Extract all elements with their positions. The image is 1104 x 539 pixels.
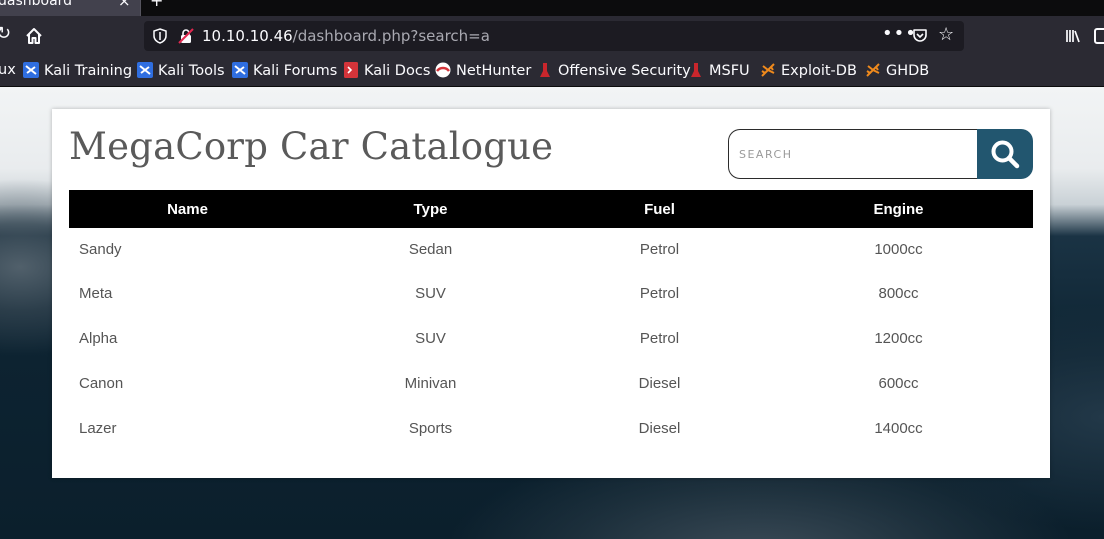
cell-engine: 1200cc bbox=[874, 330, 923, 347]
table-row: Alpha SUV Petrol 1200cc bbox=[69, 316, 1033, 361]
page-viewport: MegaCorp Car Catalogue Name Type Fuel En… bbox=[0, 87, 1104, 539]
cell-fuel: Petrol bbox=[639, 285, 680, 302]
column-header-name: Name bbox=[69, 190, 306, 228]
cell-engine: 1000cc bbox=[874, 241, 923, 258]
kali-icon bbox=[137, 62, 153, 78]
bookmark-label: Exploit-DB bbox=[781, 63, 857, 79]
bookmark-label: Offensive Security bbox=[558, 63, 691, 79]
tracking-shield-icon[interactable] bbox=[152, 28, 168, 44]
tab-dashboard[interactable]: dashboard × bbox=[0, 0, 141, 16]
cell-name: Canon bbox=[79, 375, 124, 392]
navigation-toolbar: ↻ 10.10.10.46/dashboard.php?search=a •••… bbox=[0, 16, 1104, 56]
bookmark-label: Kali Tools bbox=[158, 63, 225, 79]
catalogue-card: MegaCorp Car Catalogue Name Type Fuel En… bbox=[52, 109, 1050, 478]
bookmarks-toolbar: ux Kali Training Kali Tools Kali Forums … bbox=[0, 56, 1104, 87]
cell-engine: 600cc bbox=[878, 375, 919, 392]
reload-icon[interactable]: ↻ bbox=[0, 23, 11, 44]
bookmark-offensive-security[interactable]: Offensive Security bbox=[537, 62, 691, 79]
bookmark-kali-tools[interactable]: Kali Tools bbox=[137, 62, 225, 79]
home-icon[interactable] bbox=[24, 26, 44, 46]
table-header-row: Name Type Fuel Engine bbox=[69, 190, 1033, 228]
bookmark-item[interactable]: ux bbox=[0, 62, 16, 78]
cell-engine: 800cc bbox=[878, 285, 919, 302]
kali-docs-icon bbox=[344, 62, 358, 78]
url-bar[interactable]: 10.10.10.46/dashboard.php?search=a ••• ☆ bbox=[144, 21, 964, 51]
bookmark-label: Kali Training bbox=[44, 63, 133, 79]
cell-type: Sports bbox=[408, 420, 453, 437]
bookmark-label: MSFU bbox=[709, 63, 750, 79]
cell-name: Sandy bbox=[79, 241, 122, 258]
bookmark-label: Kali Forums bbox=[253, 63, 338, 79]
cell-name: Meta bbox=[79, 285, 113, 302]
cell-engine: 1400cc bbox=[874, 420, 923, 437]
search-icon bbox=[991, 140, 1020, 169]
tab-title: dashboard bbox=[0, 0, 73, 9]
tab-close-icon[interactable]: × bbox=[118, 0, 131, 10]
bookmark-nethunter[interactable]: NetHunter bbox=[435, 62, 531, 79]
cell-type: Sedan bbox=[408, 241, 453, 258]
tab-strip: dashboard × + bbox=[0, 0, 1104, 16]
cell-name: Lazer bbox=[79, 420, 117, 437]
search-button[interactable] bbox=[977, 129, 1033, 179]
table-row: Lazer Sports Diesel 1400cc bbox=[69, 406, 1033, 451]
cell-type: SUV bbox=[415, 330, 446, 347]
exploitdb-icon bbox=[866, 63, 880, 77]
search-form bbox=[728, 129, 1033, 179]
url-path: /dashboard.php?search=a bbox=[292, 27, 490, 45]
bookmark-star-icon[interactable]: ☆ bbox=[938, 24, 954, 45]
bookmark-label: NetHunter bbox=[456, 63, 532, 79]
cell-type: Minivan bbox=[404, 375, 457, 392]
kali-icon bbox=[232, 62, 248, 78]
cell-fuel: Petrol bbox=[639, 241, 680, 258]
pocket-icon[interactable] bbox=[912, 28, 928, 44]
offsec-icon bbox=[540, 63, 550, 77]
bookmark-kali-forums[interactable]: Kali Forums bbox=[232, 62, 337, 79]
sidebar-icon[interactable] bbox=[1094, 28, 1104, 44]
column-header-engine: Engine bbox=[764, 190, 1033, 228]
insecure-lock-icon[interactable] bbox=[178, 28, 194, 44]
bookmark-label: GHDB bbox=[886, 63, 930, 79]
cell-fuel: Diesel bbox=[638, 420, 681, 437]
bookmark-ghdb[interactable]: GHDB bbox=[865, 62, 929, 79]
bookmark-label: ux bbox=[0, 62, 16, 78]
cell-fuel: Petrol bbox=[639, 330, 680, 347]
url-host: 10.10.10.46 bbox=[202, 27, 293, 45]
bookmark-kali-docs[interactable]: Kali Docs bbox=[343, 62, 430, 79]
table-row: Canon Minivan Diesel 600cc bbox=[69, 361, 1033, 406]
table-row: Sandy Sedan Petrol 1000cc bbox=[69, 228, 1033, 271]
cell-type: SUV bbox=[415, 285, 446, 302]
bookmark-kali-training[interactable]: Kali Training bbox=[23, 62, 132, 79]
library-icon[interactable] bbox=[1064, 27, 1082, 45]
bookmark-exploit-db[interactable]: Exploit-DB bbox=[760, 62, 857, 79]
kali-icon bbox=[23, 62, 39, 78]
search-input[interactable] bbox=[728, 129, 978, 179]
url-text[interactable]: 10.10.10.46/dashboard.php?search=a bbox=[202, 27, 490, 45]
offsec-icon bbox=[691, 63, 701, 77]
page-title: MegaCorp Car Catalogue bbox=[69, 125, 554, 168]
nethunter-icon bbox=[435, 62, 451, 78]
column-header-type: Type bbox=[306, 190, 555, 228]
car-table: Name Type Fuel Engine Sandy Sedan Petrol… bbox=[69, 190, 1033, 451]
column-header-fuel: Fuel bbox=[555, 190, 764, 228]
exploitdb-icon bbox=[761, 63, 775, 77]
bookmark-label: Kali Docs bbox=[364, 63, 431, 79]
new-tab-button[interactable]: + bbox=[150, 0, 163, 10]
cell-name: Alpha bbox=[79, 330, 118, 347]
cell-fuel: Diesel bbox=[638, 375, 681, 392]
bookmark-msfu[interactable]: MSFU bbox=[688, 62, 750, 79]
table-row: Meta SUV Petrol 800cc bbox=[69, 271, 1033, 316]
